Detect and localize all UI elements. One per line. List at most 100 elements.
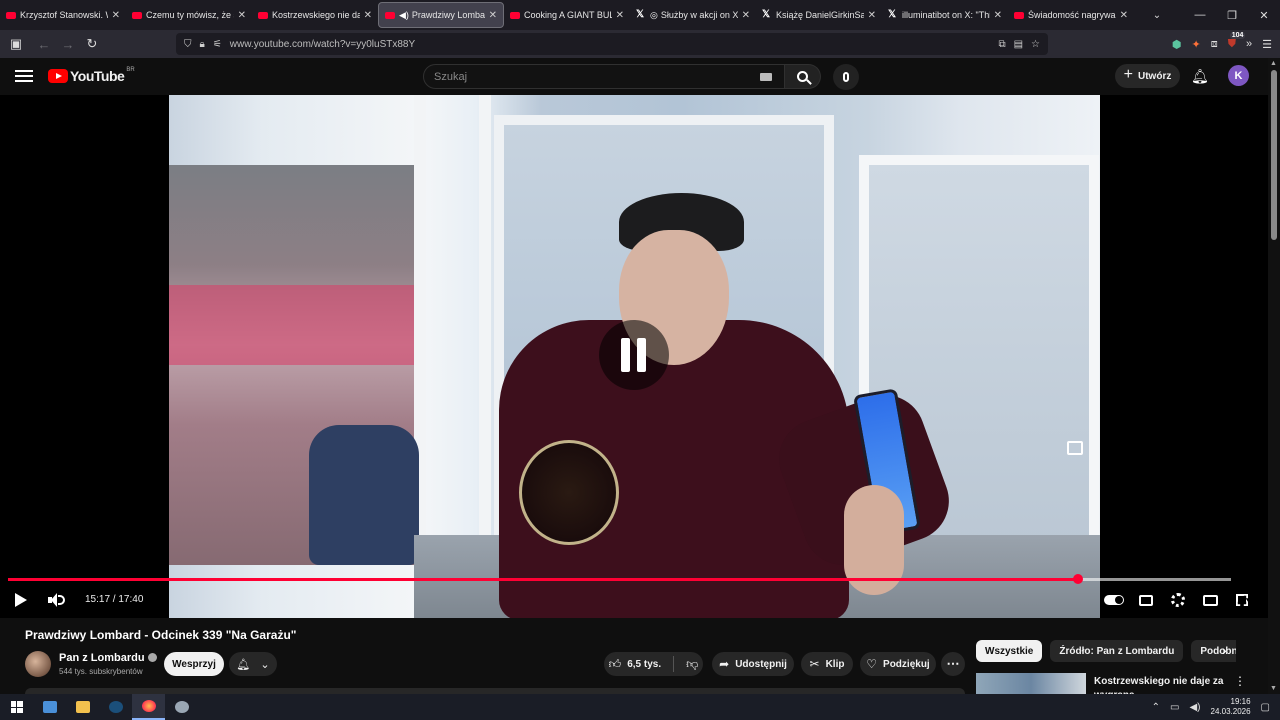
scroll-up-icon[interactable]: ▲	[1270, 60, 1277, 67]
browser-tab[interactable]: Kostrzewskiego nie daje ✕	[252, 2, 378, 28]
share-button[interactable]: ➦ Udostępnij	[712, 652, 794, 676]
scrollbar-thumb[interactable]	[1271, 70, 1277, 240]
taskbar-file-explorer[interactable]	[66, 694, 99, 720]
pause-overlay-icon[interactable]	[599, 320, 669, 390]
like-count[interactable]: 6,5 tys.	[627, 659, 661, 670]
play-icon[interactable]	[15, 593, 27, 607]
create-button[interactable]: + Utwórz	[1115, 64, 1180, 88]
chevron-right-icon[interactable]: ›	[1222, 642, 1227, 658]
browser-tab[interactable]: 𝕏 illuminatibot on X: "This ✕	[882, 2, 1008, 28]
autoplay-toggle[interactable]	[1104, 595, 1124, 605]
keyboard-icon[interactable]	[760, 73, 772, 81]
fullscreen-icon[interactable]	[1236, 594, 1248, 606]
close-icon[interactable]: ✕	[868, 10, 876, 21]
browser-tab-strip: Krzysztof Stanowski. W ja ✕ Czemu ty mów…	[0, 0, 1280, 30]
progress-scrubber-handle[interactable]	[1072, 574, 1083, 584]
menu-icon[interactable]: ☰	[1262, 38, 1272, 51]
permissions-icon[interactable]: ⚟	[213, 39, 222, 50]
browser-tab[interactable]: Krzysztof Stanowski. W ja ✕	[0, 2, 126, 28]
more-actions-button[interactable]: ⋯	[941, 652, 965, 676]
close-icon[interactable]: ✕	[1120, 10, 1128, 21]
taskbar-monitor-app[interactable]	[33, 694, 66, 720]
window-controls: — ❐ ✕	[1184, 0, 1280, 30]
taskbar-firefox[interactable]	[132, 694, 165, 720]
browser-tab[interactable]: Czemu ty mówisz, że się ✕	[126, 2, 252, 28]
minimize-icon[interactable]: —	[1184, 0, 1216, 30]
page-scrollbar[interactable]: ▲ ▼	[1268, 58, 1280, 694]
chevron-down-icon[interactable]: ⌄	[1142, 2, 1172, 28]
theater-mode-icon[interactable]	[1203, 595, 1218, 606]
browser-tab[interactable]: Świadomość nagrywania ✕	[1008, 2, 1134, 28]
scissors-icon: ✂	[809, 657, 820, 671]
clip-button[interactable]: ✂ Klip	[801, 652, 853, 676]
tab-title: Służby w akcji on X:	[660, 10, 738, 20]
speaker-icon[interactable]: ◀)	[1189, 702, 1200, 713]
video-player[interactable]: 15:17 / 17:40	[0, 95, 1268, 618]
thanks-button[interactable]: ♡ Podziękuj	[860, 652, 936, 676]
close-icon[interactable]: ✕	[994, 10, 1002, 21]
picture-in-picture-icon[interactable]: ⧉	[998, 39, 1005, 50]
vpn-extension-icon[interactable]: ⬢	[1172, 38, 1182, 51]
subtitles-icon[interactable]	[1139, 595, 1153, 606]
address-bar[interactable]: ⛉ 🔒︎ ⚟ www.youtube.com/watch?v=yy0luSTx8…	[176, 33, 1048, 55]
puzzle-extensions-icon[interactable]: ⧈	[1211, 38, 1218, 51]
notifications-bell-icon[interactable]: 🔔︎	[1191, 68, 1209, 84]
voice-search-button[interactable]	[833, 64, 859, 90]
thumbs-down-icon[interactable]: 👎︎	[686, 657, 698, 672]
close-icon[interactable]: ✕	[616, 10, 624, 21]
youtube-logo[interactable]: YouTube BR	[48, 67, 135, 84]
shield-icon[interactable]: ⛉	[184, 39, 192, 50]
reload-icon[interactable]: ↻	[80, 32, 104, 56]
close-icon[interactable]: ✕	[112, 10, 120, 21]
tray-chevron-up-icon[interactable]: ⌃	[1152, 702, 1160, 713]
chip-source-channel[interactable]: Źródło: Pan z Lombardu	[1050, 640, 1184, 662]
fox-extension-icon[interactable]: ✦	[1192, 38, 1201, 51]
close-icon[interactable]: ✕	[364, 10, 372, 21]
search-input[interactable]: Szukaj	[423, 64, 785, 89]
channel-avatar[interactable]	[25, 651, 51, 677]
close-icon[interactable]: ✕	[238, 10, 246, 21]
chip-all[interactable]: Wszystkie	[976, 640, 1043, 662]
start-button[interactable]	[0, 694, 33, 720]
close-icon[interactable]: ✕	[742, 10, 750, 21]
kebab-menu-icon[interactable]: ⋮	[1234, 674, 1246, 688]
hamburger-menu-icon[interactable]	[15, 67, 33, 85]
restore-icon[interactable]: ❐	[1216, 0, 1248, 30]
subscription-bell-button[interactable]: 🔔︎ ⌄	[229, 652, 277, 676]
bookmark-star-icon[interactable]: ☆	[1031, 39, 1040, 50]
sidebar-toggle-icon[interactable]: ▣	[4, 32, 28, 56]
url-text[interactable]: www.youtube.com/watch?v=yy0luSTx88Y	[230, 39, 999, 50]
clock[interactable]: 19:16 24.03.2026	[1211, 697, 1251, 717]
scroll-down-icon[interactable]: ▼	[1270, 685, 1277, 692]
chip-similar[interactable]: Podobne	[1191, 640, 1236, 662]
browser-tab[interactable]: 𝕏 Książę DanielGirkinSalaz ✕	[756, 2, 882, 28]
back-arrow-icon[interactable]: ←	[32, 32, 56, 56]
reader-view-icon[interactable]: ▤	[1014, 39, 1023, 50]
miniplayer-icon[interactable]	[1067, 441, 1083, 455]
related-video-thumbnail[interactable]	[976, 673, 1086, 694]
support-button[interactable]: Wesprzyj	[164, 652, 224, 676]
browser-tab[interactable]: 𝕏 ◎ Służby w akcji on X: ✕	[630, 2, 756, 28]
close-icon[interactable]: ✕	[489, 10, 497, 21]
ublock-extension-icon[interactable]: ⛊ 104	[1228, 31, 1246, 51]
thumbs-up-icon[interactable]: 👍︎	[609, 657, 622, 672]
forward-arrow-icon[interactable]: →	[56, 32, 80, 56]
channel-name[interactable]: Pan z Lombardu	[59, 652, 157, 664]
volume-icon[interactable]	[48, 592, 66, 608]
overflow-chevron-icon[interactable]: »	[1246, 38, 1252, 50]
avatar[interactable]: K	[1228, 65, 1249, 86]
lock-icon[interactable]: 🔒︎	[200, 39, 205, 50]
search-button[interactable]	[785, 64, 821, 89]
settings-gear-icon[interactable]	[1171, 593, 1185, 607]
network-icon[interactable]: ▭	[1170, 702, 1179, 713]
browser-tab-active[interactable]: ◀) Prawdziwy Lombard ✕	[378, 2, 504, 28]
related-video-title[interactable]: Kostrzewskiego nie daje za wygraną	[1094, 675, 1224, 694]
speaker-icon[interactable]: ◀)	[399, 10, 409, 21]
notifications-icon[interactable]: ▢	[1261, 702, 1270, 713]
taskbar-steam[interactable]	[99, 694, 132, 720]
taskbar-app[interactable]	[165, 694, 198, 720]
browser-tab[interactable]: Cooking A GIANT BULL F ✕	[504, 2, 630, 28]
steam-icon	[108, 701, 123, 713]
progress-bar[interactable]	[8, 574, 1231, 584]
close-window-icon[interactable]: ✕	[1248, 0, 1280, 30]
